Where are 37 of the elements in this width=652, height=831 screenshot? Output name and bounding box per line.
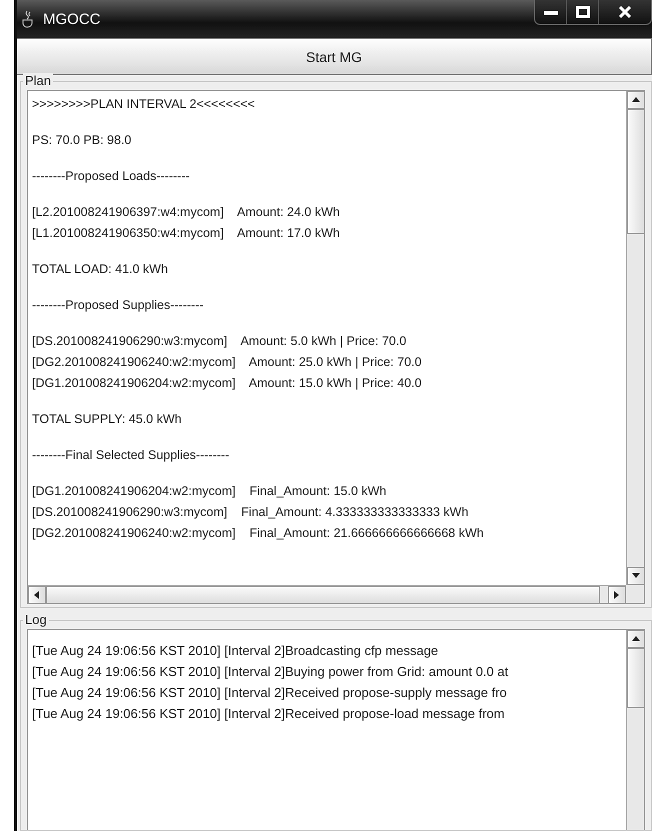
coffee-cup-icon: [21, 10, 35, 28]
close-icon: [619, 6, 631, 18]
horizontal-scrollbar[interactable]: [28, 585, 626, 603]
scrollbar-thumb[interactable]: [46, 586, 600, 604]
scrollbar-thumb[interactable]: [626, 648, 644, 708]
log-line: [Tue Aug 24 19:06:56 KST 2010] [Interval 2]Received propose-load message from: [32, 705, 506, 723]
plan-line: TOTAL SUPPLY: 45.0 kWh: [32, 411, 183, 428]
plan-line: [DS.201008241906290:w3:mycom] Final_Amount: 4.333333333333333 kWh: [32, 504, 470, 521]
plan-line: [DG1.201008241906204:w2:mycom] Final_Amount: 15.0 kWh: [32, 483, 388, 500]
maximize-icon: [576, 6, 590, 18]
plan-line: >>>>>>>>PLAN INTERVAL 2<<<<<<<<: [32, 96, 256, 113]
plan-line: [DG2.201008241906240:w2:mycom] Final_Amount: 21.666666666666668 kWh: [32, 525, 485, 542]
plan-line: --------Final Selected Supplies--------: [32, 447, 230, 464]
arrow-left-icon: [32, 590, 42, 600]
plan-line: [DS.201008241906290:w3:mycom] Amount: 5.0 kWh | Price: 70.0: [32, 333, 408, 350]
window-title: MGOCC: [43, 10, 100, 28]
arrow-up-icon: [630, 95, 640, 105]
plan-line: PS: 70.0 PB: 98.0: [32, 132, 132, 149]
log-line: [Tue Aug 24 19:06:56 KST 2010] [Interval 2]Received propose-supply message fro: [32, 684, 508, 702]
arrow-up-icon: [630, 634, 640, 644]
scrollbar-thumb[interactable]: [626, 109, 644, 234]
vertical-scrollbar[interactable]: [626, 630, 644, 830]
plan-line: [L1.201008241906350:w4:mycom] Amount: 17.0 kWh: [32, 225, 341, 242]
plan-line: [L2.201008241906397:w4:mycom] Amount: 24.0 kWh: [32, 204, 341, 221]
plan-line: --------Proposed Loads--------: [32, 168, 191, 185]
start-button[interactable]: Start MG: [17, 38, 652, 75]
panel-legend: Log: [23, 612, 49, 627]
plan-line: [DG2.201008241906240:w2:mycom] Amount: 25.0 kWh | Price: 70.0: [32, 354, 423, 371]
plan-line: [DG1.201008241906204:w2:mycom] Amount: 15.0 kWh | Price: 40.0: [32, 375, 423, 392]
plan-line: TOTAL LOAD: 41.0 kWh: [32, 261, 169, 278]
scrollbar-corner: [626, 585, 644, 603]
minimize-icon: [544, 9, 558, 15]
plan-line: --------Proposed Supplies--------: [32, 297, 205, 314]
vertical-scrollbar[interactable]: [626, 91, 644, 585]
panel-legend: Plan: [23, 73, 54, 88]
log-line: [Tue Aug 24 19:06:56 KST 2010] [Interval 2]Buying power from Grid: amount 0.0 at: [32, 663, 510, 681]
log-line: [Tue Aug 24 19:06:56 KST 2010] [Interval 2]Broadcasting cfp message: [32, 642, 440, 660]
